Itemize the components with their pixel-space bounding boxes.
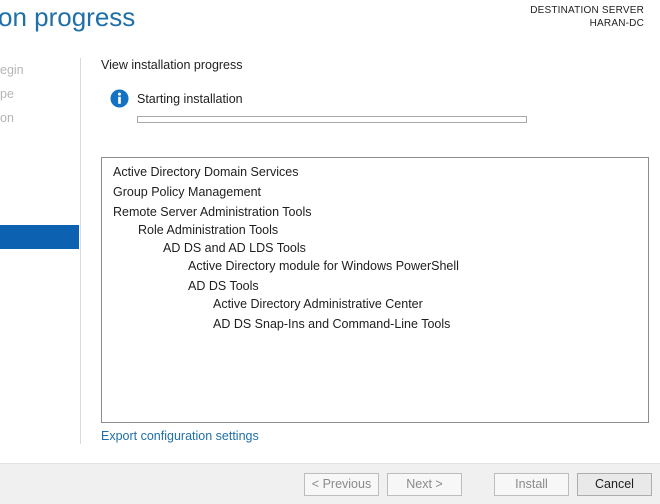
section-title: View installation progress [101,58,243,72]
feature-item: Role Administration Tools [138,223,279,237]
destination-server-label: DESTINATION SERVER [530,5,644,16]
destination-server-info: DESTINATION SERVER HARAN-DC [530,4,644,30]
sidebar-item-server-selection[interactable]: on [0,111,14,125]
next-button[interactable]: Next > [387,473,462,496]
feature-list: Active Directory Domain Services Group P… [101,157,649,423]
install-button[interactable]: Install [494,473,569,496]
destination-server-name: HARAN-DC [589,18,644,29]
feature-item: AD DS and AD LDS Tools [163,241,306,255]
cancel-button[interactable]: Cancel [577,473,652,496]
installation-progress-bar [137,116,527,123]
feature-item: AD DS Snap-Ins and Command-Line Tools [213,317,451,331]
feature-item: Active Directory Domain Services [113,165,299,179]
sidebar-item-progress-selected[interactable] [0,225,79,249]
page-title: on progress [0,2,136,32]
info-icon [110,89,129,108]
export-configuration-link[interactable]: Export configuration settings [101,429,259,443]
feature-item: Remote Server Administration Tools [113,205,312,219]
sidebar-item-installation-type[interactable]: pe [0,87,14,101]
feature-item: Group Policy Management [113,185,261,199]
previous-button[interactable]: < Previous [304,473,379,496]
feature-item: Active Directory module for Windows Powe… [188,259,459,273]
installation-status: Starting installation [137,92,243,106]
sidebar-item-before-you-begin[interactable]: egin [0,63,24,77]
feature-item: Active Directory Administrative Center [213,297,423,311]
sidebar-divider [80,58,81,444]
feature-item: AD DS Tools [188,279,259,293]
